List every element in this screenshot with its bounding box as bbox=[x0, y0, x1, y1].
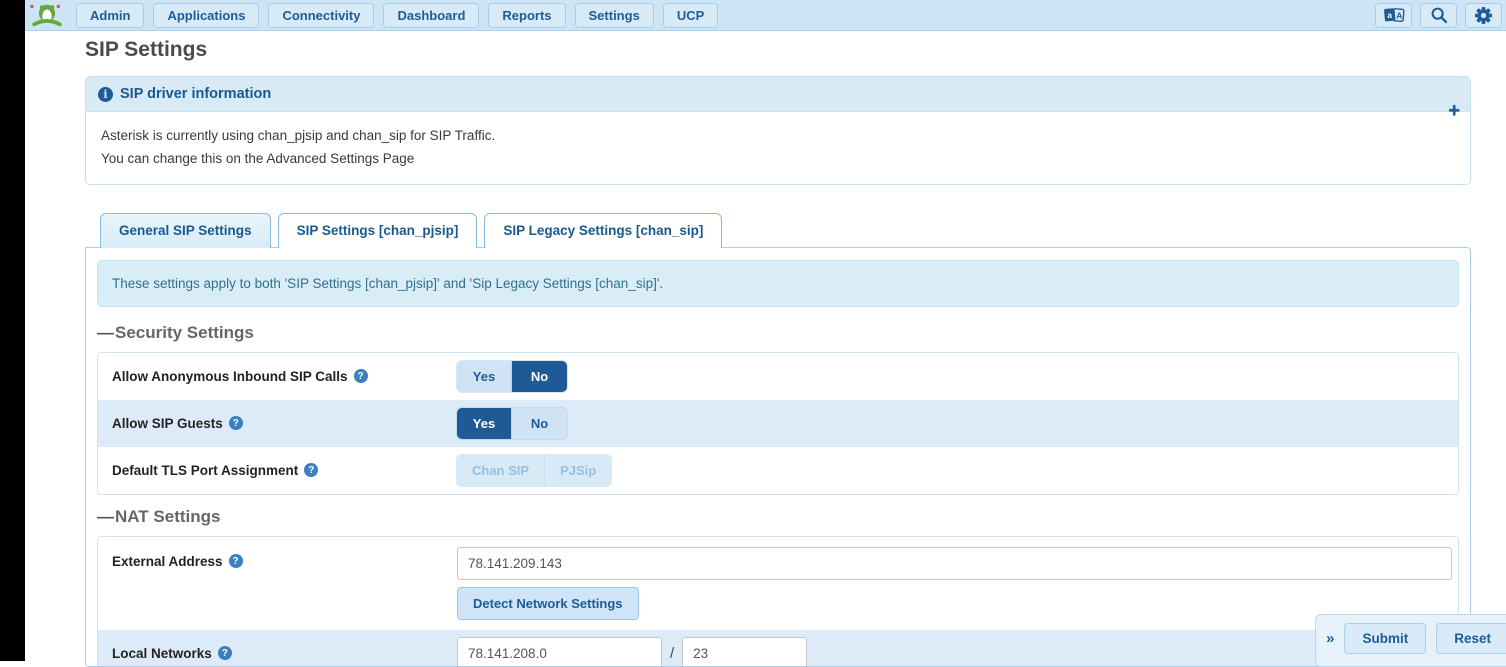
search-icon bbox=[1430, 6, 1448, 24]
allow-anonymous-yes-button[interactable]: Yes bbox=[457, 361, 512, 392]
nav-item-reports[interactable]: Reports bbox=[488, 3, 565, 28]
help-icon[interactable]: ? bbox=[229, 416, 243, 430]
nav-item-admin[interactable]: Admin bbox=[76, 3, 144, 28]
search-button[interactable] bbox=[1420, 3, 1457, 28]
allow-sip-guests-yes-button[interactable]: Yes bbox=[457, 408, 512, 439]
svg-text:*: * bbox=[30, 4, 34, 15]
security-settings-title: Security Settings bbox=[115, 323, 254, 343]
allow-anonymous-no-button[interactable]: No bbox=[512, 361, 567, 392]
driver-info-line-1: Asterisk is currently using chan_pjsip a… bbox=[101, 125, 1455, 148]
nav-item-ucp[interactable]: UCP bbox=[663, 3, 718, 28]
language-button[interactable]: a A bbox=[1375, 3, 1412, 28]
allow-anonymous-toggle: Yes No bbox=[457, 361, 567, 392]
nat-settings-title: NAT Settings bbox=[115, 507, 220, 527]
sip-driver-info-panel: i SIP driver information + Asterisk is c… bbox=[85, 76, 1471, 185]
help-icon[interactable]: ? bbox=[354, 369, 368, 383]
local-networks-label: Local Networks bbox=[112, 646, 212, 661]
default-tls-port-label: Default TLS Port Assignment bbox=[112, 463, 298, 478]
tab-general-sip-settings[interactable]: General SIP Settings bbox=[100, 213, 271, 248]
security-settings-rows: Allow Anonymous Inbound SIP Calls ? Yes … bbox=[97, 352, 1459, 495]
sip-settings-tabs: General SIP Settings SIP Settings [chan_… bbox=[85, 213, 1471, 248]
allow-sip-guests-label: Allow SIP Guests bbox=[112, 416, 223, 431]
freepbx-logo-icon[interactable]: * * bbox=[30, 1, 64, 29]
field-label: Allow Anonymous Inbound SIP Calls ? bbox=[112, 369, 457, 384]
collapse-section-icon[interactable]: — bbox=[97, 323, 114, 343]
submit-button[interactable]: Submit bbox=[1344, 623, 1426, 654]
field-label: Local Networks ? bbox=[112, 646, 457, 661]
row-external-address: External Address ? Detect Network Settin… bbox=[98, 537, 1458, 630]
nav-item-dashboard[interactable]: Dashboard bbox=[383, 3, 479, 28]
row-allow-anonymous-inbound: Allow Anonymous Inbound SIP Calls ? Yes … bbox=[98, 353, 1458, 400]
sip-driver-info-title: SIP driver information bbox=[120, 86, 271, 102]
sip-driver-info-body: Asterisk is currently using chan_pjsip a… bbox=[86, 112, 1470, 184]
gear-icon bbox=[1474, 6, 1493, 25]
collapse-section-icon[interactable]: — bbox=[97, 507, 114, 527]
nav-item-settings[interactable]: Settings bbox=[575, 3, 654, 28]
field-label: Default TLS Port Assignment ? bbox=[112, 463, 457, 478]
default-tls-port-toggle: Chan SIP PJSip bbox=[457, 455, 611, 486]
help-icon[interactable]: ? bbox=[304, 463, 318, 477]
expand-panel-icon[interactable]: + bbox=[1448, 101, 1460, 121]
external-address-controls: Detect Network Settings bbox=[457, 547, 1452, 620]
driver-info-line-2: You can change this on the Advanced Sett… bbox=[101, 148, 1455, 171]
reset-button[interactable]: Reset bbox=[1436, 623, 1506, 654]
svg-text:*: * bbox=[56, 4, 60, 15]
svg-text:A: A bbox=[1396, 10, 1402, 20]
allow-sip-guests-no-button[interactable]: No bbox=[512, 408, 567, 439]
main-content: SIP Settings i SIP driver information + … bbox=[85, 36, 1471, 667]
network-mask-separator: / bbox=[670, 645, 674, 662]
language-icon: a A bbox=[1383, 6, 1405, 24]
row-default-tls-port: Default TLS Port Assignment ? Chan SIP P… bbox=[98, 447, 1458, 494]
nav-item-applications[interactable]: Applications bbox=[153, 3, 259, 28]
nav-item-connectivity[interactable]: Connectivity bbox=[268, 3, 374, 28]
nat-settings-header: — NAT Settings bbox=[97, 507, 1459, 527]
external-address-input[interactable] bbox=[457, 547, 1452, 580]
field-label: External Address ? bbox=[112, 547, 457, 569]
help-icon[interactable]: ? bbox=[218, 646, 232, 660]
tab-sip-legacy-settings-chan-sip[interactable]: SIP Legacy Settings [chan_sip] bbox=[484, 213, 722, 248]
settings-gear-button[interactable] bbox=[1465, 3, 1502, 28]
collapse-toolbar-icon[interactable]: » bbox=[1326, 630, 1334, 647]
help-icon[interactable]: ? bbox=[229, 554, 243, 568]
top-navbar: * * Admin Applications Connectivity Dash… bbox=[25, 0, 1506, 31]
local-network-mask-input[interactable] bbox=[682, 637, 807, 667]
security-settings-header: — Security Settings bbox=[97, 323, 1459, 343]
field-label: Allow SIP Guests ? bbox=[112, 416, 457, 431]
nat-settings-rows: External Address ? Detect Network Settin… bbox=[97, 536, 1459, 667]
page-title: SIP Settings bbox=[85, 38, 1471, 62]
tab-sip-settings-chan-pjsip[interactable]: SIP Settings [chan_pjsip] bbox=[278, 213, 478, 248]
general-sip-settings-panel: These settings apply to both 'SIP Settin… bbox=[85, 247, 1471, 667]
tls-pjsip-button[interactable]: PJSip bbox=[545, 455, 611, 486]
allow-anonymous-label: Allow Anonymous Inbound SIP Calls bbox=[112, 369, 348, 384]
local-network-input[interactable] bbox=[457, 637, 662, 667]
left-black-strip bbox=[0, 0, 25, 661]
detect-network-settings-button[interactable]: Detect Network Settings bbox=[457, 587, 639, 620]
allow-sip-guests-toggle: Yes No bbox=[457, 408, 567, 439]
external-address-label: External Address bbox=[112, 554, 223, 569]
nav-right-icons: a A bbox=[1375, 3, 1502, 28]
action-toolbar: » Submit Reset bbox=[1315, 614, 1506, 667]
sip-driver-info-header[interactable]: i SIP driver information + bbox=[86, 77, 1470, 112]
tls-chan-sip-button[interactable]: Chan SIP bbox=[457, 455, 545, 486]
settings-scope-note: These settings apply to both 'SIP Settin… bbox=[97, 260, 1459, 307]
row-local-networks: Local Networks ? / bbox=[98, 630, 1458, 667]
info-icon: i bbox=[98, 87, 113, 102]
svg-text:a: a bbox=[1387, 10, 1392, 20]
row-allow-sip-guests: Allow SIP Guests ? Yes No bbox=[98, 400, 1458, 447]
